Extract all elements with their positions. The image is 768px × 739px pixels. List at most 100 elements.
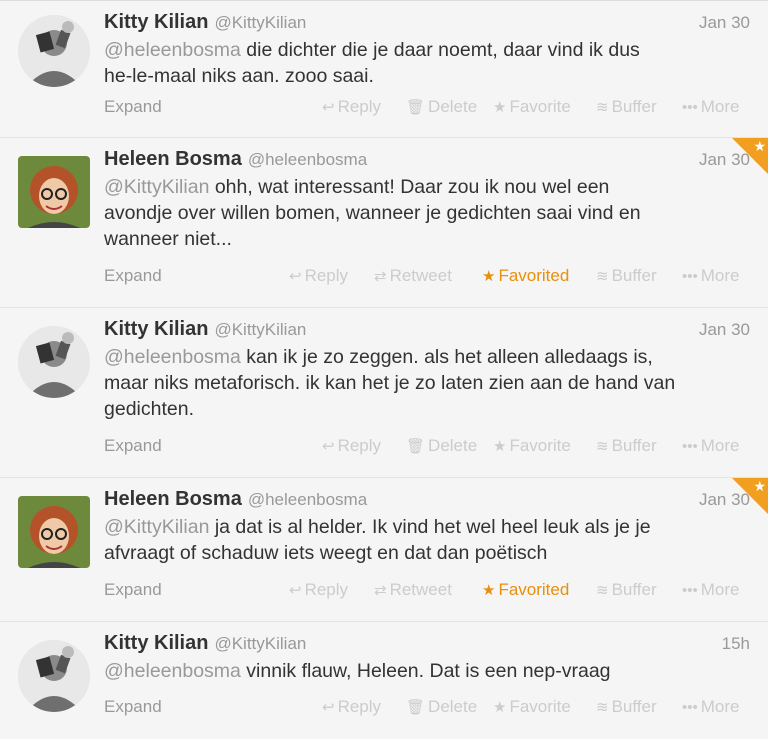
avatar-heleen-bosma[interactable] xyxy=(18,156,90,228)
mention-link[interactable]: @KittyKilian xyxy=(104,176,209,198)
expand-link[interactable]: Expand xyxy=(104,436,162,456)
favorite-button[interactable]: ★ Favorite xyxy=(493,97,571,117)
mention-link[interactable]: @KittyKilian xyxy=(104,516,209,538)
favorited-corner-star-icon: ★ xyxy=(753,138,766,154)
mention-link[interactable]: @heleenbosma xyxy=(104,660,241,682)
reply-label: Reply xyxy=(304,266,349,285)
tweet-text-line: wanneer niet... xyxy=(104,228,232,250)
delete-button[interactable]: 🗑 Delete xyxy=(406,97,477,117)
reply-label: Reply xyxy=(337,436,382,455)
buffer-button[interactable]: ≋ Buffer xyxy=(596,580,657,600)
more-button[interactable]: ••• More xyxy=(682,266,740,286)
tweet-text-line: afvraagt of schaduw iets weegt en dat da… xyxy=(104,542,548,564)
tweet-text: @heleenbosma vinnik flauw, Heleen. Dat i… xyxy=(104,658,738,684)
tweet[interactable]: ★ Heleen Bosma @heleenbosma Jan 30 @Kitty… xyxy=(0,478,768,622)
favorite-button[interactable]: ★ Favorite xyxy=(493,697,571,717)
tweet-text-line: kan ik je zo zeggen. als het alleen alle… xyxy=(240,346,653,368)
more-button[interactable]: ••• More xyxy=(682,697,740,717)
author-handle[interactable]: @KittyKilian xyxy=(214,634,306,653)
author-handle[interactable]: @heleenbosma xyxy=(248,490,367,509)
reply-icon: ↩ xyxy=(322,438,335,455)
more-icon: ••• xyxy=(682,268,698,285)
tweet-timestamp[interactable]: Jan 30 xyxy=(699,150,750,170)
expand-link[interactable]: Expand xyxy=(104,97,162,117)
reply-button[interactable]: ↩ Reply xyxy=(289,266,348,286)
expand-link[interactable]: Expand xyxy=(104,580,162,600)
delete-button[interactable]: 🗑 Delete xyxy=(406,436,477,456)
reply-label: Reply xyxy=(304,580,349,599)
delete-button[interactable]: 🗑 Delete xyxy=(406,697,477,717)
author-handle[interactable]: @heleenbosma xyxy=(248,150,367,169)
buffer-button[interactable]: ≋ Buffer xyxy=(596,266,657,286)
favorite-label: Favorite xyxy=(509,697,571,716)
tweet-text: @heleenbosma kan ik je zo zeggen. als he… xyxy=(104,344,738,422)
author-name[interactable]: Heleen Bosma xyxy=(104,148,242,170)
mention-link[interactable]: @heleenbosma xyxy=(104,346,241,368)
avatar-kitty-kilian[interactable] xyxy=(18,326,90,398)
favorited-button[interactable]: ★ Favorited xyxy=(482,266,569,286)
mention-link[interactable]: @heleenbosma xyxy=(104,39,241,61)
tweet[interactable]: Kitty Kilian @KittyKilian Jan 30 @heleenb… xyxy=(0,1,768,138)
reply-button[interactable]: ↩ Reply xyxy=(289,580,348,600)
buffer-button[interactable]: ≋ Buffer xyxy=(596,697,657,717)
tweet[interactable]: Kitty Kilian @KittyKilian 15h @heleenbosm… xyxy=(0,622,768,739)
buffer-button[interactable]: ≋ Buffer xyxy=(596,97,657,117)
favorite-label: Favorite xyxy=(509,97,571,116)
tweet-header: Heleen Bosma @heleenbosma Jan 30 xyxy=(104,148,750,174)
retweet-button[interactable]: ⇄ Retweet xyxy=(374,580,452,600)
buffer-icon: ≋ xyxy=(596,438,609,455)
favorited-label: Favorited xyxy=(498,266,570,285)
tweet-timestamp[interactable]: Jan 30 xyxy=(699,13,750,33)
tweet-header: Kitty Kilian @KittyKilian 15h xyxy=(104,632,750,658)
reply-button[interactable]: ↩ Reply xyxy=(322,97,381,117)
tweet-timestamp[interactable]: Jan 30 xyxy=(699,320,750,340)
delete-label: Delete xyxy=(428,697,478,716)
retweet-icon: ⇄ xyxy=(374,582,387,599)
author-handle[interactable]: @KittyKilian xyxy=(214,320,306,339)
author-name[interactable]: Heleen Bosma xyxy=(104,488,242,510)
more-button[interactable]: ••• More xyxy=(682,580,740,600)
buffer-button[interactable]: ≋ Buffer xyxy=(596,436,657,456)
tweet[interactable]: ★ Heleen Bosma @heleenbosma Jan 30 @Kitty… xyxy=(0,138,768,308)
tweet-text: @KittyKilian ohh, wat interessant! Daar … xyxy=(104,174,738,252)
more-button[interactable]: ••• More xyxy=(682,436,740,456)
avatar-kitty-kilian[interactable] xyxy=(18,15,90,87)
trash-icon: 🗑 xyxy=(406,699,426,716)
author-name[interactable]: Kitty Kilian xyxy=(104,11,208,33)
tweet-text-line: gedichten. xyxy=(104,398,194,420)
retweet-button[interactable]: ⇄ Retweet xyxy=(374,266,452,286)
more-icon: ••• xyxy=(682,99,698,116)
retweet-label: Retweet xyxy=(389,580,452,599)
buffer-label: Buffer xyxy=(611,97,657,116)
author-name[interactable]: Kitty Kilian xyxy=(104,318,208,340)
more-label: More xyxy=(700,97,740,116)
tweet-header: Heleen Bosma @heleenbosma Jan 30 xyxy=(104,488,750,514)
tweet-actions: Expand ↩ Reply 🗑 Delete ★ Favorite ≋ Buffer … xyxy=(104,97,750,121)
tweet[interactable]: Kitty Kilian @KittyKilian Jan 30 @heleenb… xyxy=(0,308,768,478)
buffer-label: Buffer xyxy=(611,580,657,599)
tweet-timeline: Kitty Kilian @KittyKilian Jan 30 @heleenb… xyxy=(0,0,768,739)
favorited-corner-star-icon: ★ xyxy=(753,478,766,494)
reply-button[interactable]: ↩ Reply xyxy=(322,436,381,456)
author-handle[interactable]: @KittyKilian xyxy=(214,13,306,32)
tweet-text-line: maar niks metaforisch. ik kan het je zo … xyxy=(104,372,676,394)
star-icon: ★ xyxy=(493,438,507,455)
more-button[interactable]: ••• More xyxy=(682,97,740,117)
buffer-label: Buffer xyxy=(611,266,657,285)
reply-button[interactable]: ↩ Reply xyxy=(322,697,381,717)
expand-link[interactable]: Expand xyxy=(104,266,162,286)
favorited-button[interactable]: ★ Favorited xyxy=(482,580,569,600)
tweet-timestamp[interactable]: 15h xyxy=(722,634,750,654)
tweet-text-line: ja dat is al helder. Ik vind het wel hee… xyxy=(209,516,651,538)
avatar-heleen-bosma[interactable] xyxy=(18,496,90,568)
more-icon: ••• xyxy=(682,582,698,599)
tweet-actions: Expand ↩ Reply ⇄ Retweet ★ Favorited ≋ Buffe… xyxy=(104,266,750,290)
buffer-icon: ≋ xyxy=(596,699,609,716)
tweet-timestamp[interactable]: Jan 30 xyxy=(699,490,750,510)
buffer-label: Buffer xyxy=(611,697,657,716)
author-name[interactable]: Kitty Kilian xyxy=(104,632,208,654)
expand-link[interactable]: Expand xyxy=(104,697,162,717)
favorite-label: Favorite xyxy=(509,436,571,455)
favorite-button[interactable]: ★ Favorite xyxy=(493,436,571,456)
avatar-kitty-kilian[interactable] xyxy=(18,640,90,712)
